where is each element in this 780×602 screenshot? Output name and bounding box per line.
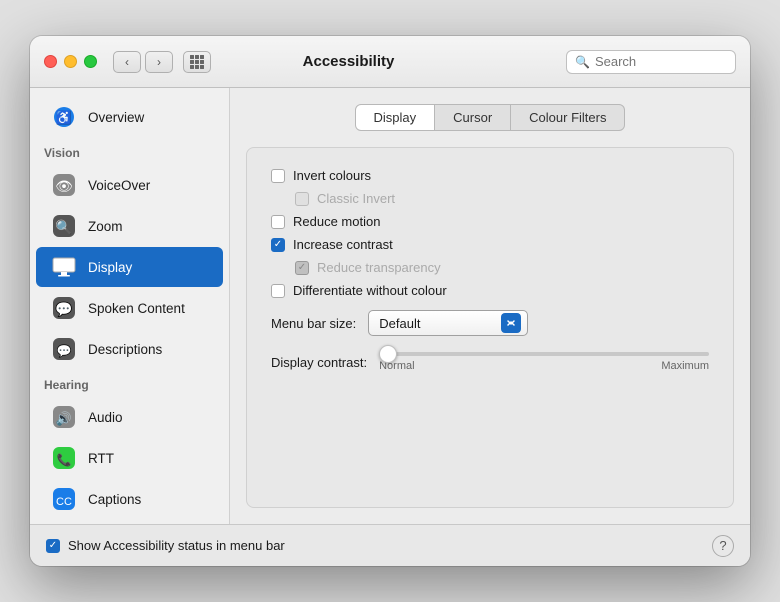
select-arrow-icon bbox=[501, 313, 521, 333]
maximize-button[interactable] bbox=[84, 55, 97, 68]
sidebar-item-audio-label: Audio bbox=[88, 410, 123, 425]
differentiate-label: Differentiate without colour bbox=[293, 283, 447, 298]
menu-bar-size-value: Default bbox=[379, 316, 420, 331]
titlebar: ‹ › Accessibility 🔍 bbox=[30, 36, 750, 88]
reduce-transparency-label: Reduce transparency bbox=[317, 260, 441, 275]
display-contrast-label: Display contrast: bbox=[271, 355, 367, 370]
setting-classic-invert: Classic Invert bbox=[271, 191, 709, 206]
check-light-icon: ✓ bbox=[298, 263, 306, 273]
sidebar-item-zoom-label: Zoom bbox=[88, 219, 123, 234]
sidebar-item-audio[interactable]: 🔊 Audio bbox=[36, 397, 223, 437]
increase-contrast-checkbox[interactable]: ✓ bbox=[271, 238, 285, 252]
rtt-icon: 📞 bbox=[50, 444, 78, 472]
setting-reduce-transparency: ✓ Reduce transparency bbox=[271, 260, 709, 275]
setting-invert-colours: Invert colours bbox=[271, 168, 709, 183]
sidebar-item-descriptions[interactable]: 💬 Descriptions bbox=[36, 329, 223, 369]
section-vision: Vision bbox=[30, 138, 229, 164]
content-area: ♿ Overview Vision 👁 VoiceOver bbox=[30, 88, 750, 524]
traffic-lights bbox=[44, 55, 97, 68]
increase-contrast-label: Increase contrast bbox=[293, 237, 393, 252]
svg-text:📞: 📞 bbox=[57, 452, 72, 467]
svg-text:🔍: 🔍 bbox=[55, 218, 72, 236]
zoom-icon: 🔍 bbox=[50, 212, 78, 240]
differentiate-checkbox[interactable] bbox=[271, 284, 285, 298]
reduce-motion-label: Reduce motion bbox=[293, 214, 380, 229]
main-panel: Display Cursor Colour Filters Invert col… bbox=[230, 88, 750, 524]
back-button[interactable]: ‹ bbox=[113, 51, 141, 73]
menu-bar-size-row: Menu bar size: Default bbox=[271, 310, 709, 336]
svg-text:🔊: 🔊 bbox=[56, 410, 72, 427]
svg-text:♿: ♿ bbox=[56, 110, 72, 125]
tab-cursor[interactable]: Cursor bbox=[435, 104, 511, 131]
settings-area: Invert colours Classic Invert Reduce mot… bbox=[246, 147, 734, 508]
sidebar-item-captions[interactable]: CC Captions bbox=[36, 479, 223, 519]
sidebar: ♿ Overview Vision 👁 VoiceOver bbox=[30, 88, 230, 524]
invert-colours-label: Invert colours bbox=[293, 168, 371, 183]
checkmark-icon: ✓ bbox=[274, 240, 282, 250]
svg-text:💬: 💬 bbox=[55, 301, 73, 318]
help-icon: ? bbox=[719, 538, 726, 553]
classic-invert-label: Classic Invert bbox=[317, 191, 395, 206]
sidebar-item-descriptions-label: Descriptions bbox=[88, 342, 162, 357]
sidebar-item-display[interactable]: Display bbox=[36, 247, 223, 287]
slider-track bbox=[379, 352, 709, 356]
tab-bar: Display Cursor Colour Filters bbox=[246, 104, 734, 131]
setting-increase-contrast: ✓ Increase contrast bbox=[271, 237, 709, 252]
spoken-content-icon: 💬 bbox=[50, 294, 78, 322]
sidebar-item-spoken-content[interactable]: 💬 Spoken Content bbox=[36, 288, 223, 328]
tab-colour-filters[interactable]: Colour Filters bbox=[511, 104, 625, 131]
sidebar-item-rtt[interactable]: 📞 RTT bbox=[36, 438, 223, 478]
captions-icon: CC bbox=[50, 485, 78, 513]
contrast-slider-thumb[interactable] bbox=[379, 345, 397, 363]
sidebar-item-zoom[interactable]: 🔍 Zoom bbox=[36, 206, 223, 246]
main-window: ‹ › Accessibility 🔍 ♿ bbox=[30, 36, 750, 566]
voiceover-icon: 👁 bbox=[50, 171, 78, 199]
bottom-bar: ✓ Show Accessibility status in menu bar … bbox=[30, 524, 750, 566]
sidebar-item-display-label: Display bbox=[88, 260, 132, 275]
overview-icon: ♿ bbox=[50, 103, 78, 131]
window-title: Accessibility bbox=[141, 53, 556, 70]
menu-bar-size-select[interactable]: Default bbox=[368, 310, 528, 336]
svg-text:CC: CC bbox=[56, 496, 72, 508]
slider-labels: Normal Maximum bbox=[379, 360, 709, 372]
descriptions-icon: 💬 bbox=[50, 335, 78, 363]
search-icon: 🔍 bbox=[575, 55, 590, 69]
classic-invert-checkbox[interactable] bbox=[295, 192, 309, 206]
display-contrast-row: Display contrast: Normal Maximum bbox=[271, 352, 709, 372]
invert-colours-checkbox[interactable] bbox=[271, 169, 285, 183]
sidebar-item-rtt-label: RTT bbox=[88, 451, 114, 466]
help-button[interactable]: ? bbox=[712, 535, 734, 557]
sidebar-item-voiceover[interactable]: 👁 VoiceOver bbox=[36, 165, 223, 205]
contrast-slider-container: Normal Maximum bbox=[379, 352, 709, 372]
search-box[interactable]: 🔍 bbox=[566, 50, 736, 74]
section-hearing: Hearing bbox=[30, 370, 229, 396]
tab-display[interactable]: Display bbox=[355, 104, 436, 131]
slider-label-maximum: Maximum bbox=[661, 360, 709, 372]
bottom-checkmark-icon: ✓ bbox=[49, 540, 57, 551]
svg-text:💬: 💬 bbox=[57, 344, 72, 358]
close-button[interactable] bbox=[44, 55, 57, 68]
minimize-button[interactable] bbox=[64, 55, 77, 68]
display-icon bbox=[50, 253, 78, 281]
menu-bar-size-label: Menu bar size: bbox=[271, 316, 356, 331]
reduce-motion-checkbox[interactable] bbox=[271, 215, 285, 229]
sidebar-item-voiceover-label: VoiceOver bbox=[88, 178, 150, 193]
svg-text:👁: 👁 bbox=[55, 178, 73, 194]
sidebar-item-spoken-content-label: Spoken Content bbox=[88, 301, 185, 316]
sidebar-item-captions-label: Captions bbox=[88, 492, 141, 507]
bottom-label: Show Accessibility status in menu bar bbox=[68, 538, 285, 553]
menu-bar-status-checkbox[interactable]: ✓ bbox=[46, 539, 60, 553]
sidebar-item-overview[interactable]: ♿ Overview bbox=[36, 97, 223, 137]
search-input[interactable] bbox=[595, 54, 727, 69]
reduce-transparency-checkbox[interactable]: ✓ bbox=[295, 261, 309, 275]
setting-reduce-motion: Reduce motion bbox=[271, 214, 709, 229]
audio-icon: 🔊 bbox=[50, 403, 78, 431]
setting-differentiate: Differentiate without colour bbox=[271, 283, 709, 298]
sidebar-item-overview-label: Overview bbox=[88, 110, 144, 125]
